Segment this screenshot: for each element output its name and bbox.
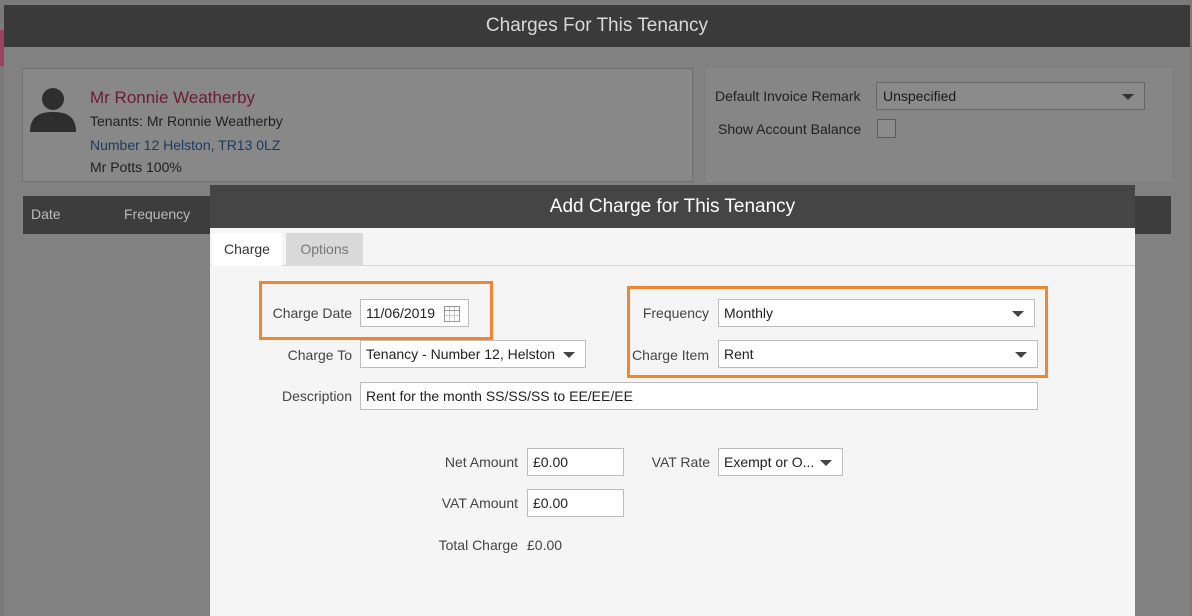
frequency-select[interactable]: Monthly: [718, 299, 1035, 327]
owner-share: Mr Potts 100%: [90, 159, 182, 175]
charge-date-value: 11/06/2019: [366, 305, 436, 321]
chevron-down-icon: [1122, 94, 1134, 100]
vat-amount-input[interactable]: £0.00: [527, 489, 624, 517]
person-avatar-icon: [30, 88, 76, 132]
charge-item-label: Charge Item: [631, 347, 709, 363]
show-account-balance-checkbox[interactable]: [877, 119, 896, 138]
charge-date-input[interactable]: 11/06/2019: [360, 299, 469, 327]
calendar-icon[interactable]: [444, 306, 460, 322]
total-charge-value: £0.00: [527, 537, 563, 553]
charge-to-label: Charge To: [287, 347, 352, 363]
description-value: Rent for the month SS/SS/SS to EE/EE/EE: [366, 388, 633, 404]
chevron-down-icon: [1015, 352, 1027, 358]
charge-item-value: Rent: [724, 346, 754, 362]
property-address-link[interactable]: Number 12 Helston, TR13 0LZ: [90, 137, 280, 153]
description-input[interactable]: Rent for the month SS/SS/SS to EE/EE/EE: [360, 382, 1038, 410]
charge-to-select[interactable]: Tenancy - Number 12, Helston: [360, 340, 586, 368]
description-label: Description: [281, 388, 352, 404]
tenant-name[interactable]: Mr Ronnie Weatherby: [90, 88, 255, 108]
default-invoice-remark-label: Default Invoice Remark: [715, 88, 861, 104]
tab-charge[interactable]: Charge: [212, 233, 282, 266]
frequency-value: Monthly: [724, 305, 774, 321]
vat-rate-value: Exempt or O...: [724, 454, 815, 470]
add-charge-dialog: Add Charge for This Tenancy Charge Optio…: [210, 185, 1135, 616]
show-account-balance-label: Show Account Balance: [718, 121, 862, 137]
total-charge-label: Total Charge: [438, 537, 518, 553]
vat-rate-label: VAT Rate: [651, 454, 710, 470]
net-amount-value: £0.00: [533, 454, 569, 470]
default-invoice-remark-value: Unspecified: [883, 88, 957, 104]
charge-item-select[interactable]: Rent: [718, 340, 1038, 368]
vat-amount-label: VAT Amount: [441, 495, 518, 511]
chevron-down-icon: [563, 352, 575, 358]
dialog-title: Add Charge for This Tenancy: [210, 185, 1135, 228]
default-invoice-remark-select[interactable]: Unspecified: [876, 82, 1145, 110]
net-amount-label: Net Amount: [444, 454, 518, 470]
charge-date-label: Charge Date: [272, 305, 352, 321]
tenants-line: Tenants: Mr Ronnie Weatherby: [90, 113, 283, 129]
vat-rate-select[interactable]: Exempt or O...: [718, 448, 843, 476]
window-title: Charges For This Tenancy: [4, 5, 1190, 47]
chevron-down-icon: [820, 460, 832, 466]
frequency-label: Frequency: [642, 305, 709, 321]
charge-to-value: Tenancy - Number 12, Helston: [366, 346, 556, 362]
net-amount-input[interactable]: £0.00: [527, 448, 624, 476]
vat-amount-value: £0.00: [533, 495, 569, 511]
column-header-date[interactable]: Date: [31, 206, 61, 222]
tab-options[interactable]: Options: [286, 233, 363, 266]
chevron-down-icon: [1012, 311, 1024, 317]
column-header-frequency[interactable]: Frequency: [124, 206, 190, 222]
